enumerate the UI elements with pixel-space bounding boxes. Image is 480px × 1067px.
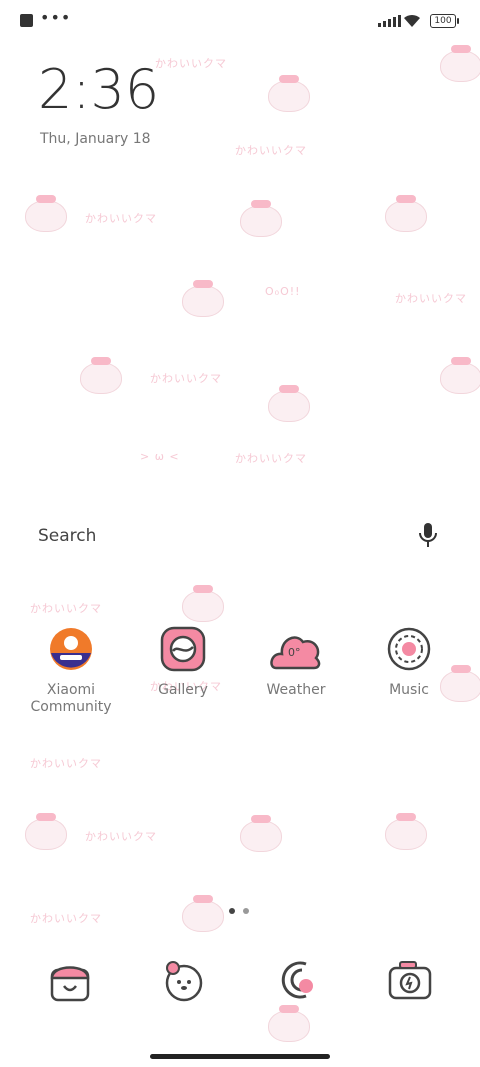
search-bar[interactable]: Search: [24, 510, 456, 562]
wallpaper-motif-text: かわいいクマ: [235, 452, 307, 465]
browser-icon[interactable]: [276, 958, 320, 1002]
app-gallery[interactable]: Gallery: [128, 626, 238, 699]
wallpaper-motif-text: かわいいクマ: [30, 602, 102, 615]
status-bar: ••• 100: [0, 0, 480, 40]
bear-messaging-icon[interactable]: [162, 958, 206, 1002]
battery-icon: 100: [430, 14, 459, 28]
xiaomi-community-icon: [48, 626, 94, 672]
app-label: Xiaomi Community: [30, 682, 112, 715]
bear-decoration-icon: [182, 585, 224, 622]
microphone-icon[interactable]: [416, 522, 440, 548]
app-music[interactable]: Music: [354, 626, 464, 699]
wallpaper-motif-text: かわいいクマ: [85, 212, 157, 225]
app-label: Weather: [266, 682, 326, 698]
bear-decoration-icon: [182, 280, 224, 317]
search-placeholder: Search: [38, 526, 97, 546]
camera-icon[interactable]: [388, 958, 432, 1002]
wallpaper-motif-text: かわいいクマ: [150, 372, 222, 385]
bear-decoration-icon: [268, 1005, 310, 1042]
clock-date[interactable]: Thu, January 18: [40, 131, 151, 147]
wallpaper-motif-text: かわいいクマ: [85, 830, 157, 843]
page-dot-active: [229, 908, 235, 914]
more-notifications-icon: •••: [40, 8, 72, 27]
bear-decoration-icon: [385, 813, 427, 850]
bear-decoration-icon: [80, 357, 122, 394]
music-icon: [386, 626, 432, 672]
wallpaper-motif-text: かわいいクマ: [155, 57, 227, 70]
notification-square-icon: [20, 14, 33, 27]
app-grid: Xiaomi Community Gallery 0° Weather Musi…: [0, 626, 480, 736]
wallpaper-motif-text: かわいいクマ: [395, 292, 467, 305]
dock: [0, 958, 480, 1008]
bear-decoration-icon: [25, 195, 67, 232]
bear-decoration-icon: [440, 45, 480, 82]
bear-decoration-icon: [240, 200, 282, 237]
cell-signal-icon: [378, 15, 401, 27]
app-weather[interactable]: 0° Weather: [241, 626, 351, 699]
bear-decoration-icon: [25, 813, 67, 850]
bear-decoration-icon: [268, 385, 310, 422]
bear-decoration-icon: [240, 815, 282, 852]
bear-decoration-icon: [182, 895, 224, 932]
wallpaper-motif-text: かわいいクマ: [30, 912, 102, 925]
page-dot: [243, 908, 249, 914]
page-indicator[interactable]: [229, 908, 249, 914]
phone-icon[interactable]: [48, 958, 92, 1002]
wallpaper-face-text: O₀O!!: [265, 285, 301, 298]
wallpaper-face-text: > ω <: [140, 450, 180, 463]
weather-icon: 0°: [270, 626, 322, 672]
bear-decoration-icon: [440, 357, 480, 394]
wallpaper-motif-text: かわいいクマ: [30, 757, 102, 770]
weather-temp-badge: 0°: [288, 646, 301, 659]
home-gesture-bar[interactable]: [150, 1054, 330, 1059]
clock-time[interactable]: 2:36: [38, 58, 159, 121]
wifi-icon: [404, 14, 420, 27]
app-label: Gallery: [158, 682, 208, 698]
gallery-icon: [160, 626, 206, 672]
bear-decoration-icon: [268, 75, 310, 112]
wallpaper-motif-text: かわいいクマ: [235, 144, 307, 157]
bear-decoration-icon: [385, 195, 427, 232]
battery-level: 100: [434, 16, 452, 26]
app-xiaomi-community[interactable]: Xiaomi Community: [16, 626, 126, 716]
app-label: Music: [389, 682, 429, 698]
